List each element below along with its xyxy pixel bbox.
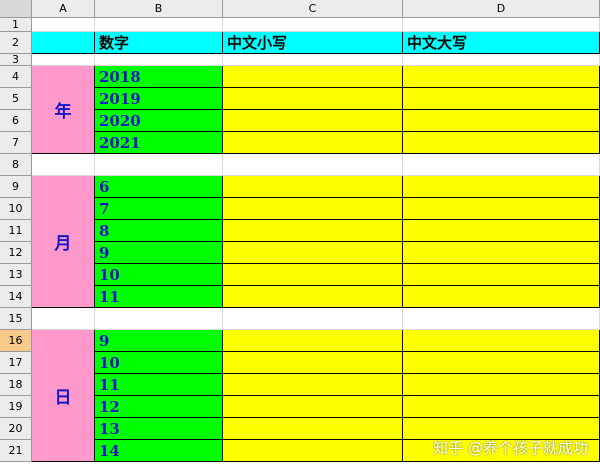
number-cell[interactable]: 2018 (95, 66, 223, 88)
chinese-uppercase-cell[interactable] (403, 110, 600, 132)
cell[interactable] (403, 308, 600, 330)
chinese-lowercase-cell[interactable] (223, 286, 403, 308)
header-cell-a[interactable] (32, 32, 95, 54)
number-cell[interactable]: 2021 (95, 132, 223, 154)
row-header-2[interactable]: 2 (0, 32, 32, 54)
chinese-lowercase-cell[interactable] (223, 66, 403, 88)
chinese-uppercase-cell[interactable] (403, 352, 600, 374)
number-cell[interactable]: 12 (95, 396, 223, 418)
row-header-18[interactable]: 18 (0, 374, 32, 396)
chinese-uppercase-cell[interactable] (403, 396, 600, 418)
chinese-lowercase-cell[interactable] (223, 264, 403, 286)
group-label-cell[interactable]: 月 (32, 176, 95, 308)
chinese-uppercase-cell[interactable] (403, 242, 600, 264)
number-cell[interactable]: 2019 (95, 88, 223, 110)
number-cell[interactable]: 7 (95, 198, 223, 220)
row-header-20[interactable]: 20 (0, 418, 32, 440)
row-header-16[interactable]: 16 (0, 330, 32, 352)
group-label-cell[interactable]: 日 (32, 330, 95, 462)
cell[interactable] (95, 54, 223, 66)
row-header-3[interactable]: 3 (0, 53, 32, 66)
row-header-14[interactable]: 14 (0, 286, 32, 308)
header-cell-d[interactable]: 中文大写 (403, 32, 600, 54)
cell[interactable] (403, 18, 600, 32)
chinese-lowercase-cell[interactable] (223, 352, 403, 374)
cell[interactable] (403, 154, 600, 176)
cell[interactable] (32, 308, 95, 330)
cell[interactable] (32, 18, 95, 32)
chinese-uppercase-cell[interactable] (403, 176, 600, 198)
chinese-uppercase-cell[interactable] (403, 198, 600, 220)
cell[interactable] (95, 154, 223, 176)
row-header-17[interactable]: 17 (0, 352, 32, 374)
cell[interactable] (403, 54, 600, 66)
chinese-lowercase-cell[interactable] (223, 242, 403, 264)
column-header-c[interactable]: C (223, 0, 403, 18)
number-cell[interactable]: 6 (95, 176, 223, 198)
chinese-uppercase-cell[interactable] (403, 374, 600, 396)
chinese-lowercase-cell[interactable] (223, 88, 403, 110)
row-header-10[interactable]: 10 (0, 198, 32, 220)
row-header-21[interactable]: 21 (0, 440, 32, 462)
number-cell[interactable]: 9 (95, 242, 223, 264)
cell[interactable] (223, 308, 403, 330)
chinese-lowercase-cell[interactable] (223, 110, 403, 132)
header-cell-b[interactable]: 数字 (95, 32, 223, 54)
cell[interactable] (95, 18, 223, 32)
chinese-lowercase-cell[interactable] (223, 220, 403, 242)
chinese-lowercase-cell[interactable] (223, 330, 403, 352)
number-cell[interactable]: 2020 (95, 110, 223, 132)
row-header-4[interactable]: 4 (0, 66, 32, 88)
chinese-uppercase-cell[interactable] (403, 132, 600, 154)
chinese-uppercase-cell[interactable] (403, 330, 600, 352)
chinese-lowercase-cell[interactable] (223, 374, 403, 396)
cell[interactable] (223, 154, 403, 176)
number-cell[interactable]: 11 (95, 374, 223, 396)
row-header-1[interactable]: 1 (0, 18, 32, 32)
chinese-uppercase-cell[interactable] (403, 88, 600, 110)
chinese-lowercase-cell[interactable] (223, 396, 403, 418)
chinese-uppercase-cell[interactable] (403, 220, 600, 242)
row-header-13[interactable]: 13 (0, 264, 32, 286)
chinese-lowercase-cell[interactable] (223, 198, 403, 220)
row-header-8[interactable]: 8 (0, 154, 32, 176)
column-header-a[interactable]: A (32, 0, 95, 18)
chinese-uppercase-cell[interactable] (403, 264, 600, 286)
number-cell[interactable]: 10 (95, 352, 223, 374)
row-header-7[interactable]: 7 (0, 132, 32, 154)
cell[interactable] (32, 154, 95, 176)
row-header-12[interactable]: 12 (0, 242, 32, 264)
chinese-lowercase-cell[interactable] (223, 132, 403, 154)
cell[interactable] (95, 308, 223, 330)
number-cell[interactable]: 9 (95, 330, 223, 352)
row-header-6[interactable]: 6 (0, 110, 32, 132)
number-cell[interactable]: 10 (95, 264, 223, 286)
column-header-d[interactable]: D (403, 0, 600, 18)
chinese-uppercase-cell[interactable] (403, 286, 600, 308)
cell[interactable] (32, 54, 95, 66)
row-header-5[interactable]: 5 (0, 88, 32, 110)
row-header-19[interactable]: 19 (0, 396, 32, 418)
number-cell[interactable]: 13 (95, 418, 223, 440)
cell[interactable] (223, 54, 403, 66)
group-label-cell[interactable]: 年 (32, 66, 95, 154)
select-all-corner[interactable] (0, 0, 32, 18)
watermark: 知乎 @养个孩子就成功 (433, 439, 588, 457)
column-header-b[interactable]: B (95, 0, 223, 18)
cell[interactable] (223, 18, 403, 32)
row-header-9[interactable]: 9 (0, 176, 32, 198)
number-cell[interactable]: 8 (95, 220, 223, 242)
spreadsheet-grid: A B C D 1 2 3 4 5 6 7 8 9 10 11 12 13 14 15 16 17 18 19 20 21 数字中… (0, 0, 600, 468)
chinese-lowercase-cell[interactable] (223, 176, 403, 198)
chinese-uppercase-cell[interactable] (403, 66, 600, 88)
row-header-15[interactable]: 15 (0, 308, 32, 330)
number-cell[interactable]: 14 (95, 440, 223, 462)
number-cell[interactable]: 11 (95, 286, 223, 308)
header-cell-c[interactable]: 中文小写 (223, 32, 403, 54)
chinese-lowercase-cell[interactable] (223, 418, 403, 440)
row-header-11[interactable]: 11 (0, 220, 32, 242)
chinese-lowercase-cell[interactable] (223, 440, 403, 462)
